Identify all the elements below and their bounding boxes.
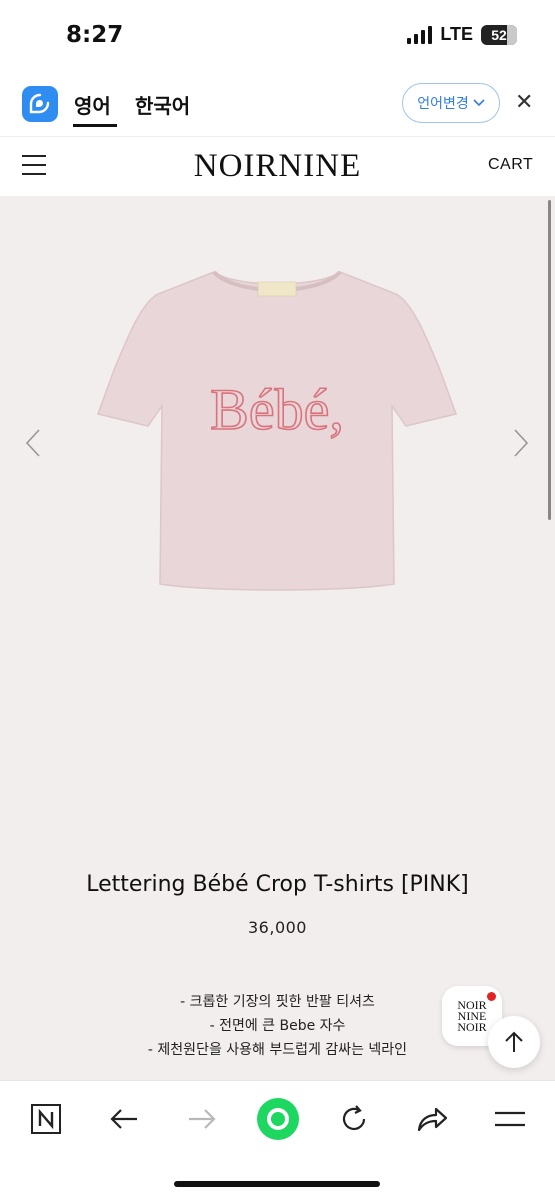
active-tab-underline bbox=[73, 124, 117, 127]
notification-dot bbox=[487, 992, 496, 1001]
network-label: LTE bbox=[440, 24, 473, 44]
chevron-right-icon[interactable] bbox=[510, 428, 532, 458]
page-scrollbar[interactable] bbox=[548, 200, 551, 520]
share-icon[interactable] bbox=[412, 1099, 452, 1139]
badge-line: NOIR bbox=[457, 1019, 487, 1034]
chevron-left-icon[interactable] bbox=[22, 428, 44, 458]
green-dot-icon[interactable] bbox=[256, 1097, 300, 1141]
tab-korean[interactable]: 한국어 bbox=[135, 90, 190, 119]
product-image[interactable]: Bébé, bbox=[96, 266, 458, 594]
battery-level: 52 bbox=[491, 26, 507, 43]
translate-bar: 영어 한국어 언어변경 ✕ bbox=[0, 70, 555, 136]
menu-icon[interactable] bbox=[490, 1099, 530, 1139]
browser-toolbar bbox=[0, 1080, 555, 1200]
home-indicator bbox=[174, 1181, 380, 1187]
arrow-up-icon bbox=[505, 1031, 523, 1052]
site-logo[interactable]: NOIRNINE bbox=[0, 148, 555, 185]
naver-n-icon[interactable] bbox=[26, 1099, 66, 1139]
status-indicators: LTE 52 bbox=[407, 24, 517, 45]
site-header: NOIRNINE CART bbox=[0, 136, 555, 196]
scroll-top-button[interactable] bbox=[488, 1016, 540, 1068]
product-price: 36,000 bbox=[248, 918, 307, 937]
language-change-button[interactable]: 언어변경 bbox=[402, 83, 500, 123]
product-title: Lettering Bébé Crop T-shirts [PINK] bbox=[86, 872, 469, 897]
back-arrow-icon[interactable] bbox=[104, 1099, 144, 1139]
translate-app-icon[interactable] bbox=[22, 86, 58, 122]
tab-english[interactable]: 영어 bbox=[74, 90, 111, 119]
signal-icon bbox=[407, 25, 433, 44]
shirt-print: Bébé, bbox=[210, 377, 344, 442]
cart-link[interactable]: CART bbox=[488, 156, 533, 174]
reload-icon[interactable] bbox=[334, 1099, 374, 1139]
status-bar: 8:27 LTE 52 bbox=[0, 0, 555, 70]
language-change-label: 언어변경 bbox=[417, 96, 469, 112]
forward-arrow-icon[interactable] bbox=[182, 1099, 222, 1139]
close-icon[interactable]: ✕ bbox=[515, 90, 533, 115]
chevron-down-icon bbox=[473, 99, 485, 107]
battery-icon: 52 bbox=[481, 24, 517, 45]
status-time: 8:27 bbox=[66, 22, 124, 48]
